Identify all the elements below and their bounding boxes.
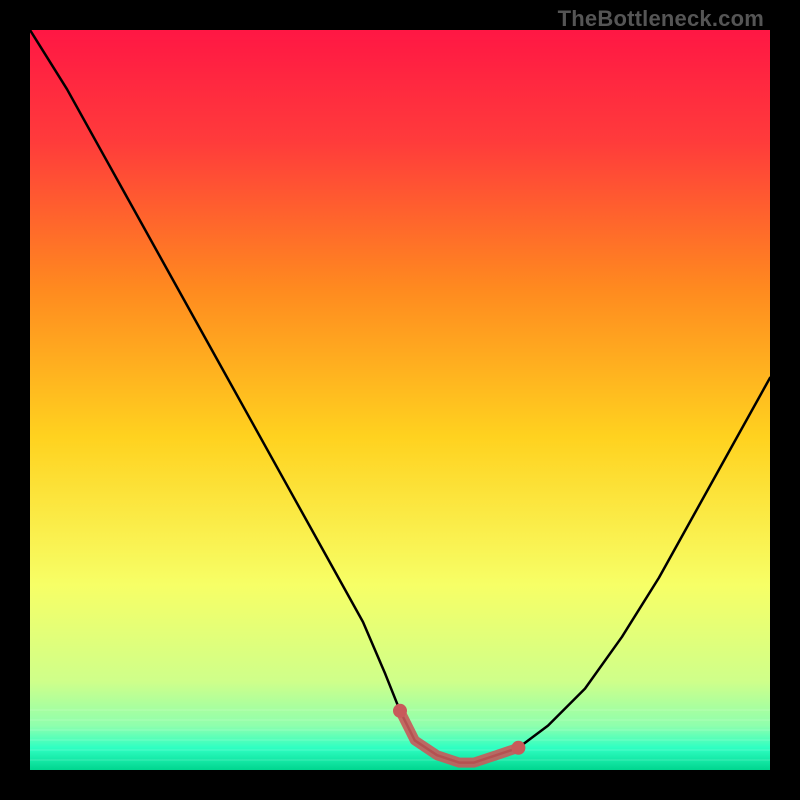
optimal-zone-endpoint [393,704,407,718]
gradient-background [30,30,770,770]
chart-svg [30,30,770,770]
optimal-zone-endpoint [511,741,525,755]
plot-area [30,30,770,770]
watermark-text: TheBottleneck.com [558,6,764,32]
chart-frame: TheBottleneck.com [0,0,800,800]
